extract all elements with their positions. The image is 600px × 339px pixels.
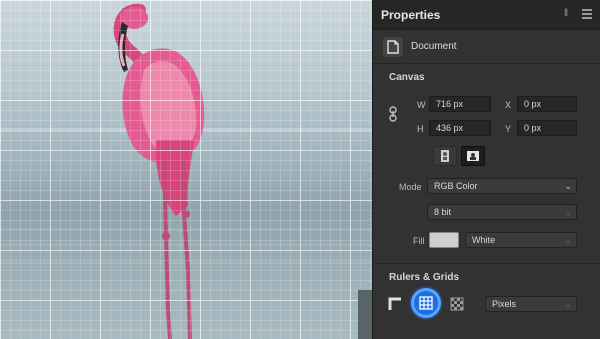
document-row: Document: [373, 30, 600, 64]
width-field[interactable]: 716 px: [429, 96, 491, 112]
ruler-button[interactable]: [383, 292, 407, 316]
rulers-grids-section: Rulers & Grids Pixels ⌄: [373, 264, 600, 337]
landscape-button[interactable]: [461, 146, 485, 166]
x-label: X: [505, 100, 512, 110]
document-icon: [383, 36, 403, 57]
collapse-icon[interactable]: ‖: [564, 8, 576, 20]
canvas-scroll-handle[interactable]: [358, 290, 372, 339]
document-canvas[interactable]: [0, 0, 372, 339]
mode-select[interactable]: RGB Color ⌄: [427, 178, 577, 194]
y-field[interactable]: 0 px: [517, 120, 577, 136]
portrait-icon: [441, 150, 449, 162]
fill-value: White: [472, 235, 496, 245]
units-value: Pixels: [492, 299, 517, 309]
width-label: W: [417, 100, 426, 110]
pixel-grid-button[interactable]: [445, 292, 469, 316]
grid-overlay: [0, 0, 372, 339]
chevron-down-icon: ⌄: [564, 181, 572, 191]
pixel-grid-icon: [450, 297, 464, 311]
mode-value: RGB Color: [434, 181, 478, 191]
document-label: Document: [411, 41, 457, 52]
height-field[interactable]: 436 px: [429, 120, 491, 136]
y-label: Y: [505, 124, 512, 134]
fill-label: Fill: [413, 236, 425, 246]
height-label: H: [417, 124, 424, 134]
fill-color-swatch[interactable]: [429, 232, 459, 248]
chevron-down-icon: ⌄: [564, 235, 572, 245]
properties-panel: Properties ‖ Document Canvas W 716 px X …: [372, 0, 600, 339]
chevron-down-icon: ⌄: [564, 299, 572, 309]
grid-button[interactable]: [411, 288, 441, 318]
header-icons: ‖: [564, 8, 592, 20]
rulers-grids-title: Rulers & Grids: [389, 272, 460, 283]
canvas-section-title: Canvas: [389, 72, 425, 83]
menu-icon[interactable]: [582, 8, 592, 20]
units-select[interactable]: Pixels ⌄: [485, 296, 577, 312]
portrait-button[interactable]: [433, 146, 457, 166]
fill-select[interactable]: White ⌄: [465, 232, 577, 248]
landscape-icon: [467, 151, 479, 161]
link-icon[interactable]: [387, 106, 399, 122]
chevron-down-icon: ⌄: [564, 207, 572, 217]
panel-title: Properties: [381, 7, 441, 22]
x-field[interactable]: 0 px: [517, 96, 577, 112]
bit-depth-select[interactable]: 8 bit ⌄: [427, 204, 577, 220]
ruler-icon: [388, 297, 401, 310]
canvas-section: Canvas W 716 px X 0 px H 436 px Y 0 px M…: [373, 64, 600, 264]
panel-header: Properties ‖: [373, 0, 600, 30]
grid-icon: [419, 296, 433, 310]
bit-depth-value: 8 bit: [434, 207, 452, 217]
mode-label: Mode: [399, 182, 422, 192]
